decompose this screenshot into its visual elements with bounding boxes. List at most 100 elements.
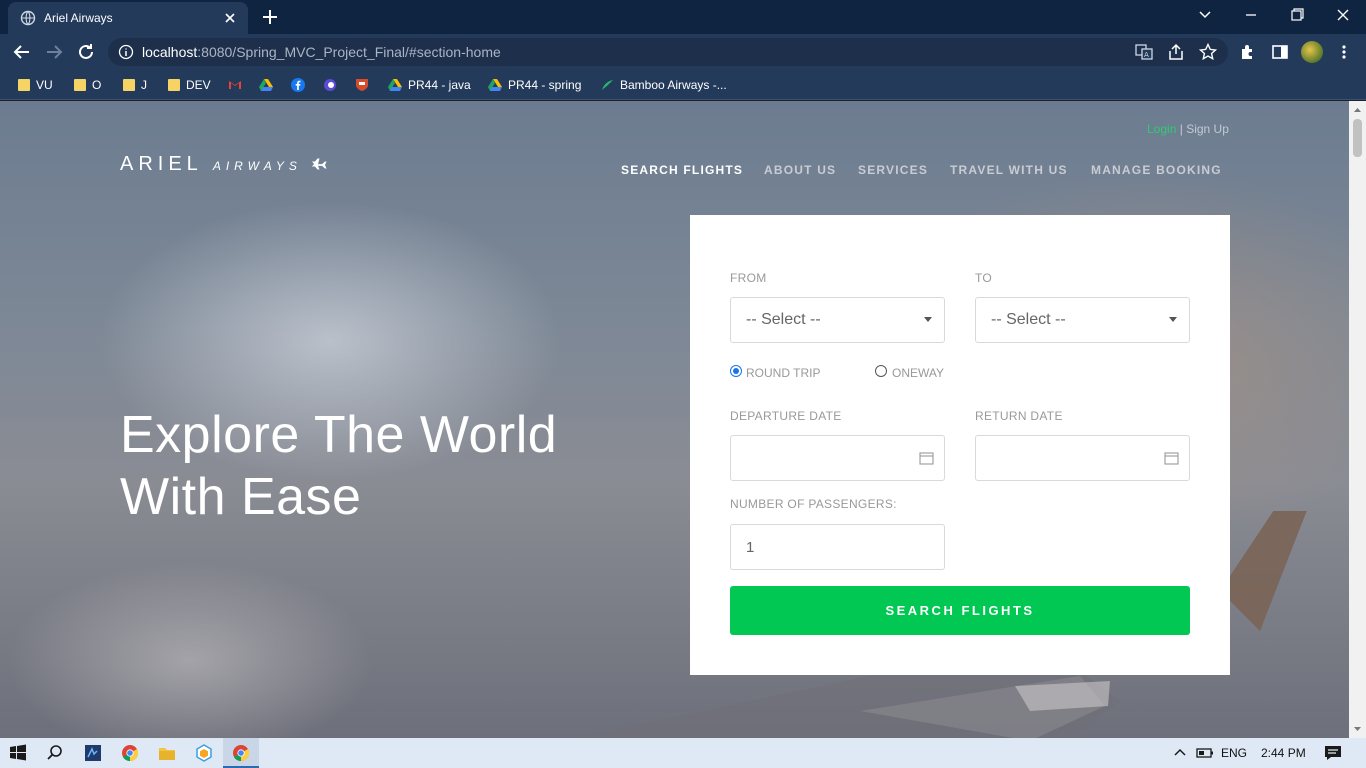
departure-date-label: DEPARTURE DATE [730,409,842,423]
facebook-icon [291,78,305,92]
site-info-icon[interactable] [118,44,134,60]
new-tab-icon[interactable] [258,6,282,28]
bookmark-o[interactable]: O [74,77,101,93]
drive-icon [388,79,402,91]
bookmark-bamboo[interactable]: Bamboo Airways -... [600,77,727,93]
to-label: TO [975,271,993,285]
logo-main-text: ARIEL [120,153,203,175]
oneway-radio[interactable] [875,365,887,377]
bookmark-app[interactable] [323,77,337,93]
browser-tab[interactable]: Ariel Airways [8,2,248,34]
url-host: localhost [142,44,198,60]
cube-app-icon[interactable] [195,744,213,762]
app-icon [324,79,336,91]
bamboo-icon [602,80,613,90]
auth-separator: | [1179,122,1183,136]
menu-kebab-icon[interactable] [1335,43,1353,61]
return-date-label: RETURN DATE [975,409,1063,423]
bookmark-vu[interactable]: VU [18,77,53,93]
taskbar-active-chrome[interactable] [223,738,259,768]
drive-icon [259,79,273,91]
browser-toolbar: localhost:8080/Spring_MVC_Project_Final/… [0,34,1366,70]
chevron-down-icon [924,317,932,322]
page-scrollbar[interactable] [1349,101,1366,738]
passengers-value: 1 [746,538,755,556]
close-window-icon[interactable] [1329,4,1357,26]
bookmark-star-icon[interactable] [1199,43,1217,61]
forward-icon[interactable] [43,41,65,63]
globe-icon [20,10,36,26]
side-panel-icon[interactable] [1271,43,1289,61]
translate-icon[interactable]: A [1135,43,1153,61]
to-select-value: -- Select -- [991,311,1066,328]
bookmark-gmail[interactable] [228,77,242,93]
clock[interactable]: 2:44 PM [1261,746,1306,760]
signup-link[interactable]: Sign Up [1186,122,1229,136]
scroll-up-icon[interactable] [1353,105,1362,115]
scroll-down-icon[interactable] [1353,724,1362,734]
flight-search-form: FROM TO -- Select -- -- Select -- ROUND … [690,215,1230,675]
round-trip-label[interactable]: ROUND TRIP [746,366,820,380]
minimize-icon[interactable] [1237,4,1265,26]
bookmark-dev[interactable]: DEV [168,77,211,93]
extensions-icon[interactable] [1239,43,1257,61]
search-flights-button[interactable]: SEARCH FLIGHTS [730,586,1190,635]
notifications-icon[interactable] [1324,744,1342,762]
close-tab-icon[interactable] [222,10,238,26]
windows-taskbar: ENG 2:44 PM [0,738,1366,768]
nav-search-flights[interactable]: SEARCH FLIGHTS [621,163,743,177]
battery-icon[interactable] [1196,744,1214,762]
headline-line-2: With Ease [120,468,362,526]
site-logo[interactable]: ARIEL AIRWAYS [120,153,332,176]
passengers-input[interactable]: 1 [730,524,945,570]
return-date-input[interactable] [975,435,1190,481]
scrollbar-thumb[interactable] [1353,119,1362,157]
tab-search-icon[interactable] [1191,4,1219,26]
chrome-icon [233,745,250,762]
chevron-up-icon[interactable] [1171,744,1189,762]
profile-avatar[interactable] [1301,41,1323,63]
crest-icon [356,79,368,91]
svg-text:A: A [1144,51,1149,59]
to-select[interactable]: -- Select -- [975,297,1190,343]
bookmark-crest[interactable] [355,77,369,93]
departure-date-input[interactable] [730,435,945,481]
bookmark-facebook[interactable] [291,77,305,93]
from-label: FROM [730,271,767,285]
folder-icon [74,79,86,91]
back-icon[interactable] [11,41,33,63]
bookmarks-bar: VU O J DEV PR44 - java PR44 - spring Bam… [0,70,1366,100]
address-bar[interactable]: localhost:8080/Spring_MVC_Project_Final/… [108,38,1228,66]
oneway-label[interactable]: ONEWAY [892,366,944,380]
airplane-icon [311,158,327,169]
headline-line-1: Explore The World [120,406,558,464]
login-link[interactable]: Login [1147,122,1176,136]
calendar-icon[interactable] [1164,451,1179,465]
from-select-value: -- Select -- [746,311,821,328]
round-trip-radio[interactable] [730,365,742,377]
restore-icon[interactable] [1283,4,1311,26]
file-explorer-icon[interactable] [158,744,176,762]
share-icon[interactable] [1167,43,1185,61]
from-select[interactable]: -- Select -- [730,297,945,343]
folder-icon [168,79,180,91]
chrome-icon[interactable] [121,744,139,762]
browser-tab-strip: Ariel Airways [0,0,1366,34]
app-launcher-icon[interactable] [84,744,102,762]
hero-headline: Explore The World With Ease [120,404,557,528]
nav-manage-booking[interactable]: MANAGE BOOKING [1091,163,1222,177]
language-indicator[interactable]: ENG [1221,746,1247,760]
windows-start-icon[interactable] [9,744,27,762]
bookmark-j[interactable]: J [123,77,147,93]
nav-travel-with-us[interactable]: TRAVEL WITH US [950,163,1068,177]
nav-about-us[interactable]: ABOUT US [764,163,836,177]
search-icon[interactable] [46,744,64,762]
reload-icon[interactable] [75,41,97,63]
calendar-icon[interactable] [919,451,934,465]
tab-title: Ariel Airways [44,11,113,25]
bookmark-pr44-java[interactable]: PR44 - java [388,77,471,93]
folder-icon [123,79,135,91]
bookmark-drive[interactable] [259,77,273,93]
nav-services[interactable]: SERVICES [858,163,928,177]
bookmark-pr44-spring[interactable]: PR44 - spring [488,77,581,93]
